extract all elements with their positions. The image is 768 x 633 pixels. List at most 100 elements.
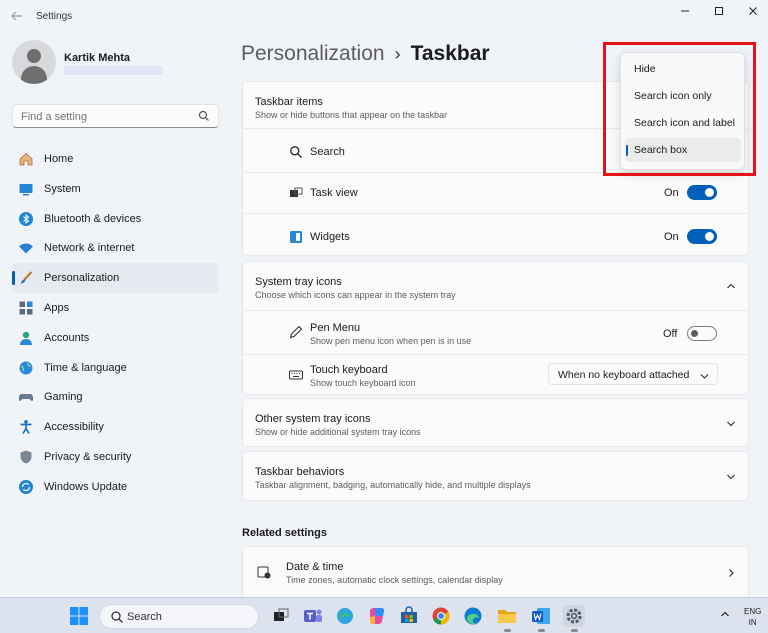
pen-menu-label: Pen Menu: [310, 322, 361, 334]
highlight-annotation: [603, 42, 756, 176]
other-tray-subtitle: Show or hide additional system tray icon…: [255, 427, 421, 437]
other-tray-icons-card[interactable]: Other system tray icons Show or hide add…: [242, 398, 749, 447]
sidebar-item-label: Home: [44, 153, 74, 165]
chevron-down-icon[interactable]: [726, 419, 736, 429]
sidebar-item-label: Network & internet: [44, 242, 135, 255]
behaviors-title: Taskbar behaviors: [255, 466, 345, 478]
sidebar-item-network[interactable]: Network & internet: [12, 233, 219, 263]
search-icon: [198, 109, 210, 123]
show-hidden-icons-icon[interactable]: [720, 609, 730, 619]
accounts-icon: [18, 330, 34, 346]
calendar-clock-icon: [257, 565, 271, 579]
find-setting-search[interactable]: [12, 104, 219, 128]
sidebar-item-label: Accounts: [44, 331, 90, 344]
chevron-down-icon: [700, 371, 709, 379]
apps-icon: [18, 300, 34, 316]
region-code: IN: [748, 618, 757, 627]
widgets-toggle[interactable]: [687, 229, 717, 244]
copilot-icon[interactable]: [366, 605, 388, 627]
sidebar-item-apps[interactable]: Apps: [12, 293, 219, 323]
touch-keyboard-subtitle: Show touch keyboard icon: [310, 378, 416, 388]
taskbar-search-label: Search: [127, 611, 162, 623]
active-indicator: [12, 271, 15, 286]
task-view-toggle[interactable]: [687, 185, 717, 200]
system-tray-card: System tray icons Choose which icons can…: [242, 261, 749, 395]
sidebar-item-accounts[interactable]: Accounts: [12, 323, 219, 353]
chevron-right-icon[interactable]: [726, 568, 736, 578]
divider: [243, 310, 748, 311]
back-arrow-icon[interactable]: [10, 9, 24, 23]
date-time-card[interactable]: Date & time Time zones, automatic clock …: [242, 546, 749, 597]
taskbar-items-title: Taskbar items: [255, 96, 323, 108]
sidebar-item-label: Accessibility: [44, 421, 104, 434]
sidebar-item-privacy-security[interactable]: Privacy & security: [12, 442, 219, 472]
edge-browser-icon[interactable]: [462, 605, 484, 627]
system-tray-subtitle: Choose which icons can appear in the sys…: [255, 290, 456, 300]
pen-menu-state: Off: [663, 328, 678, 340]
language-indicator[interactable]: ENG IN: [744, 606, 761, 628]
maximize-button[interactable]: [708, 4, 730, 22]
shield-icon: [18, 449, 34, 465]
sidebar-item-time-language[interactable]: Time & language: [12, 353, 219, 383]
task-view-state: On: [664, 187, 679, 199]
sidebar-item-label: Bluetooth & devices: [44, 212, 142, 225]
widgets-icon: [289, 230, 303, 244]
date-time-subtitle: Time zones, automatic clock settings, ca…: [286, 575, 503, 585]
pen-menu-toggle[interactable]: [687, 326, 717, 341]
pen-icon: [289, 325, 303, 339]
breadcrumb-parent[interactable]: Personalization: [241, 42, 385, 65]
widgets-state: On: [664, 231, 679, 243]
sidebar-item-label: Apps: [44, 301, 70, 314]
sidebar-item-label: Time & language: [44, 361, 127, 374]
bluetooth-icon: [18, 211, 34, 227]
update-icon: [18, 479, 34, 495]
network-icon: [18, 240, 34, 256]
close-button[interactable]: [742, 4, 764, 22]
divider: [243, 354, 748, 355]
pen-menu-subtitle: Show pen menu icon when pen is in use: [310, 336, 472, 346]
task-view-label: Task view: [310, 187, 358, 199]
search-setting-label: Search: [310, 146, 345, 158]
file-explorer-icon[interactable]: [496, 605, 518, 632]
task-view-icon[interactable]: [270, 605, 292, 627]
avatar: [12, 40, 56, 84]
sidebar-nav: Home System Bluetooth & devices Network …: [12, 144, 219, 502]
sidebar-item-home[interactable]: Home: [12, 144, 219, 174]
sidebar-item-label: Gaming: [44, 391, 83, 404]
taskbar-search-box[interactable]: Search: [99, 604, 259, 629]
touch-keyboard-dropdown[interactable]: When no keyboard attached: [548, 363, 718, 385]
sidebar-item-bluetooth[interactable]: Bluetooth & devices: [12, 204, 219, 234]
teams-icon[interactable]: [302, 605, 324, 627]
chrome-icon[interactable]: [430, 605, 452, 627]
profile-name: Kartik Mehta: [64, 52, 131, 64]
minimize-button[interactable]: [674, 4, 696, 22]
sidebar-item-personalization[interactable]: Personalization: [12, 263, 219, 293]
word-icon[interactable]: [530, 605, 552, 632]
touch-keyboard-label: Touch keyboard: [310, 364, 388, 376]
sidebar-item-system[interactable]: System: [12, 174, 219, 204]
windows-start-icon[interactable]: [70, 607, 88, 625]
brush-icon: [18, 270, 34, 286]
other-tray-title: Other system tray icons: [255, 413, 371, 425]
sidebar-item-label: Windows Update: [44, 480, 128, 493]
search-input[interactable]: [21, 109, 191, 124]
sidebar-item-label: Personalization: [44, 272, 120, 285]
chevron-down-icon[interactable]: [726, 472, 736, 482]
chevron-up-icon[interactable]: [726, 281, 736, 291]
sidebar-item-windows-update[interactable]: Windows Update: [12, 472, 219, 502]
store-icon[interactable]: [398, 605, 420, 627]
app-title: Settings: [36, 11, 73, 22]
search-icon: [289, 145, 303, 159]
gamepad-icon: [18, 389, 34, 405]
sidebar-item-gaming[interactable]: Gaming: [12, 382, 219, 412]
settings-app-icon[interactable]: [563, 605, 585, 632]
taskbar-items-subtitle: Show or hide buttons that appear on the …: [255, 110, 448, 120]
language-code: ENG: [744, 607, 762, 616]
sidebar-item-accessibility[interactable]: Accessibility: [12, 412, 219, 442]
os-taskbar: Search ENG IN: [0, 597, 768, 633]
divider: [243, 213, 748, 214]
system-icon: [18, 181, 34, 197]
breadcrumb-separator: ›: [394, 44, 401, 64]
edge-icon[interactable]: [334, 605, 356, 627]
taskbar-behaviors-card[interactable]: Taskbar behaviors Taskbar alignment, bad…: [242, 451, 749, 501]
